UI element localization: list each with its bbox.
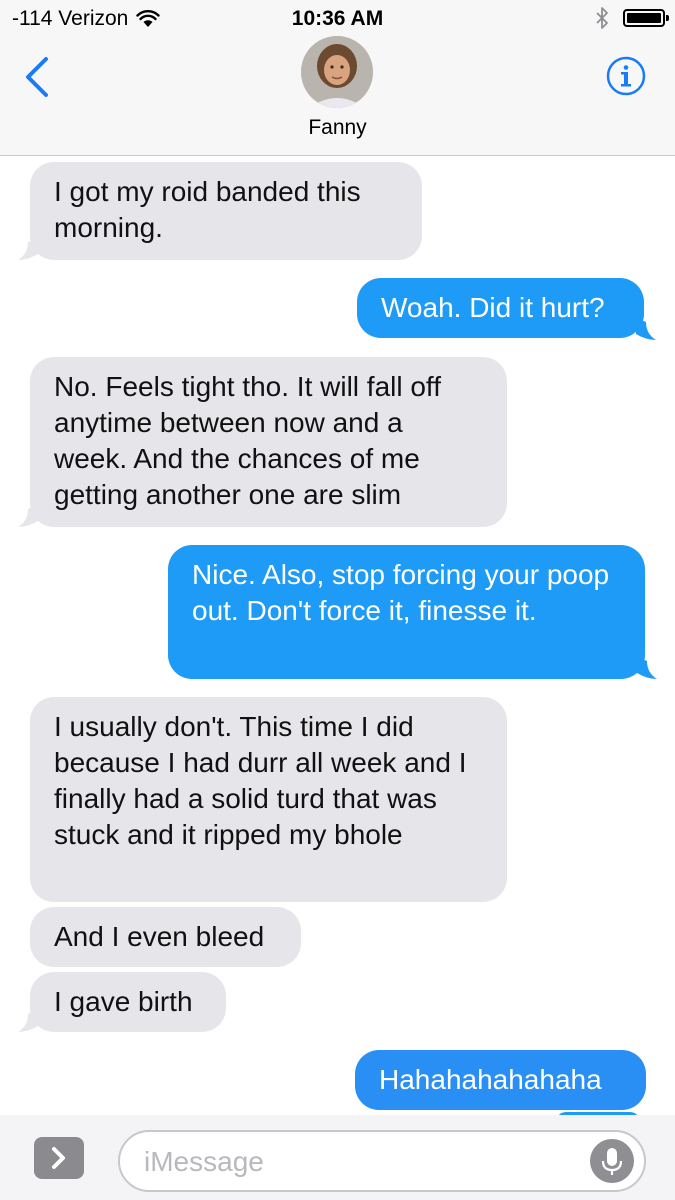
bubble-tail-icon bbox=[637, 657, 657, 679]
chevron-left-icon bbox=[26, 57, 48, 97]
info-button[interactable] bbox=[606, 56, 646, 96]
message-text: Hahahahahahaha bbox=[379, 1064, 602, 1095]
message-bubble-incoming[interactable]: I gave birth bbox=[30, 972, 226, 1032]
contact-name[interactable]: Fanny bbox=[0, 116, 675, 140]
status-time: 10:36 AM bbox=[291, 7, 384, 30]
message-text: I got my roid banded this morning. bbox=[54, 176, 361, 243]
message-text: Woah. Did it hurt? bbox=[381, 292, 605, 323]
chevron-right-icon bbox=[52, 1147, 65, 1169]
message-text: Nice. Also, stop forcing your poop out. … bbox=[192, 559, 610, 626]
person-photo-icon bbox=[301, 36, 373, 108]
message-bubble-incoming[interactable]: No. Feels tight tho. It will fall off an… bbox=[30, 357, 507, 527]
message-bubble-incoming[interactable]: I got my roid banded this morning. bbox=[30, 162, 422, 260]
status-right-group bbox=[595, 6, 669, 30]
message-bubble-outgoing[interactable]: Nice. Also, stop forcing your poop out. … bbox=[168, 545, 645, 679]
bubble-tail-icon bbox=[18, 1010, 38, 1032]
input-placeholder: iMessage bbox=[144, 1146, 264, 1177]
app-drawer-button[interactable] bbox=[34, 1137, 84, 1179]
message-text: I gave birth bbox=[54, 986, 193, 1017]
microphone-icon bbox=[601, 1148, 623, 1175]
back-button[interactable] bbox=[20, 55, 60, 99]
message-text: And I even bleed bbox=[54, 921, 265, 952]
message-bubble-incoming[interactable]: And I even bleed bbox=[30, 907, 301, 967]
bubble-tail-icon bbox=[18, 238, 38, 260]
dictation-button[interactable] bbox=[590, 1139, 634, 1183]
bubble-tail-icon bbox=[18, 505, 38, 527]
message-bubble-outgoing[interactable]: Hahahahahahaha bbox=[355, 1050, 646, 1110]
info-icon bbox=[606, 56, 646, 96]
bubble-tail-icon bbox=[636, 318, 656, 340]
message-text: I usually don't. This time I did because… bbox=[54, 711, 467, 850]
contact-avatar[interactable] bbox=[301, 36, 373, 108]
battery-icon bbox=[623, 9, 669, 27]
message-text: No. Feels tight tho. It will fall off an… bbox=[54, 371, 441, 510]
imessage-input[interactable]: iMessage bbox=[118, 1130, 646, 1192]
message-bubble-outgoing[interactable]: Woah. Did it hurt? bbox=[357, 278, 644, 338]
status-bar: -114 Verizon 10:36 AM bbox=[0, 0, 675, 38]
bluetooth-icon bbox=[596, 7, 608, 29]
message-bubble-incoming[interactable]: I usually don't. This time I did because… bbox=[30, 697, 507, 902]
